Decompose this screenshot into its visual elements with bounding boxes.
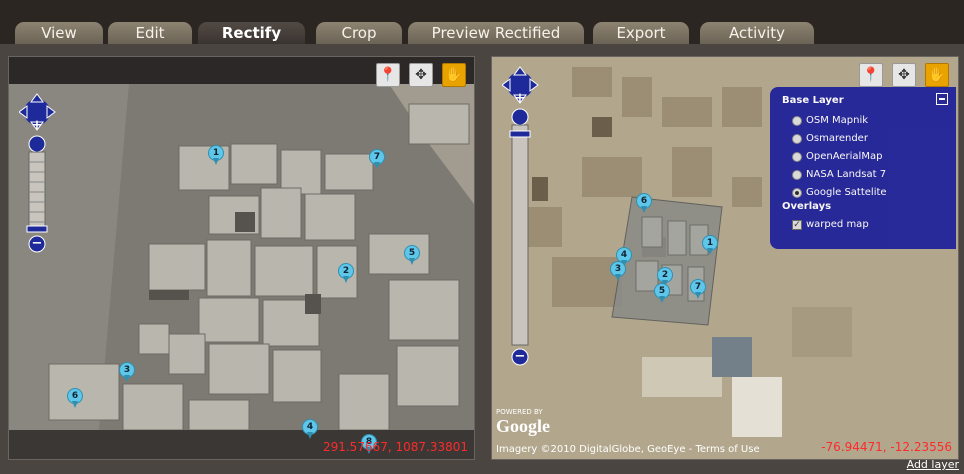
move-arrows-icon: ✥ <box>898 67 910 83</box>
layer-switcher: Base Layer OSM Mapnik Osmarender OpenAer… <box>770 87 956 249</box>
pan-zoom-control: + − <box>18 92 59 266</box>
control-point-marker[interactable]: 1 <box>208 145 224 165</box>
hand-icon: ✋ <box>928 67 946 83</box>
base-layer-title: Base Layer <box>782 95 844 106</box>
tab-activity[interactable]: Activity <box>700 22 814 44</box>
cursor-coordinates: -76.94471, -12.23556 <box>821 440 952 454</box>
minimize-layer-switcher-button[interactable] <box>936 93 948 105</box>
map-toolbar <box>9 57 474 84</box>
control-point-marker[interactable]: 6 <box>636 193 652 213</box>
base-layer-option[interactable]: Google Sattelite <box>792 187 887 198</box>
zoom-out-button[interactable]: − <box>514 349 526 364</box>
control-point-marker[interactable]: 7 <box>690 279 706 299</box>
tab-bar: View Edit Rectify Crop Preview Rectified… <box>0 0 964 44</box>
control-point-marker[interactable]: 3 <box>119 362 135 382</box>
tab-preview-rectified[interactable]: Preview Rectified <box>408 22 584 44</box>
zoom-in-button[interactable]: + <box>514 91 526 106</box>
pan-tool[interactable]: ✋ <box>442 63 466 87</box>
move-tool[interactable]: ✥ <box>409 63 433 87</box>
overlay-option[interactable]: ✓ warped map <box>792 219 869 230</box>
hand-icon: ✋ <box>445 67 463 83</box>
add-layer-link[interactable]: Add layer <box>907 458 959 471</box>
add-point-tool[interactable]: 📍 <box>376 63 400 87</box>
control-point-marker[interactable]: 6 <box>67 388 83 408</box>
tab-view[interactable]: View <box>15 22 103 44</box>
control-point-marker[interactable]: 3 <box>610 261 626 281</box>
cursor-coordinates: 291.57667, 1087.33801 <box>322 440 468 454</box>
zoom-out-button[interactable]: − <box>31 236 43 251</box>
map-pin-icon: 📍 <box>379 67 397 83</box>
base-layer-option[interactable]: OpenAerialMap <box>792 151 882 162</box>
tab-rectify[interactable]: Rectify <box>198 22 305 44</box>
add-point-tool[interactable]: 📍 <box>859 63 883 87</box>
tab-export[interactable]: Export <box>593 22 689 44</box>
tab-edit[interactable]: Edit <box>108 22 192 44</box>
base-layer-option[interactable]: OSM Mapnik <box>792 115 868 126</box>
tab-crop[interactable]: Crop <box>316 22 402 44</box>
map-attribution: Imagery ©2010 DigitalGlobe, GeoEye - Ter… <box>496 444 760 455</box>
base-layer-option[interactable]: Osmarender <box>792 133 868 144</box>
pan-zoom-control: + − <box>501 65 542 379</box>
unrectified-image-panel: + − 📍 ✥ ✋ 1 7 5 2 3 6 4 8 291.57667, 108… <box>8 56 475 460</box>
control-point-marker[interactable]: 5 <box>404 245 420 265</box>
google-logo: POWERED BY Google <box>496 408 550 436</box>
terms-of-use-link[interactable]: Terms of Use <box>695 444 759 455</box>
base-layer-option[interactable]: NASA Landsat 7 <box>792 169 886 180</box>
move-tool[interactable]: ✥ <box>892 63 916 87</box>
overlays-title: Overlays <box>782 201 832 212</box>
map-pin-icon: 📍 <box>862 67 880 83</box>
control-point-marker[interactable]: 4 <box>302 419 318 439</box>
reference-map-panel: + − 📍 ✥ ✋ 6 1 4 2 7 5 3 Base Layer OSM M… <box>491 56 959 460</box>
pan-tool[interactable]: ✋ <box>925 63 949 87</box>
move-arrows-icon: ✥ <box>415 67 427 83</box>
control-point-marker[interactable]: 2 <box>338 263 354 283</box>
control-point-marker[interactable]: 7 <box>369 149 385 169</box>
control-point-marker[interactable]: 1 <box>702 235 718 255</box>
control-point-marker[interactable]: 5 <box>654 283 670 303</box>
zoom-in-button[interactable]: + <box>31 118 43 133</box>
